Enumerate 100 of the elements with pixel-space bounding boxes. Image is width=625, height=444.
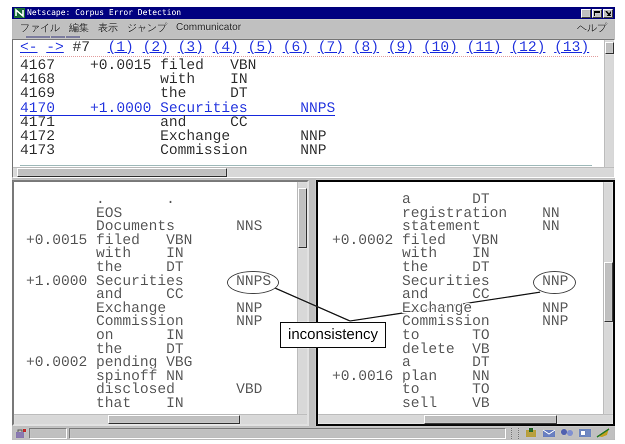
- word-text: the: [96, 262, 122, 276]
- word-text: .: [96, 194, 105, 208]
- horizontal-scrollbar[interactable]: [13, 167, 614, 177]
- status-field: [29, 428, 67, 438]
- tag-text: NNPS: [236, 276, 272, 290]
- callout-label: inconsistency: [280, 322, 386, 348]
- word-text: a: [402, 194, 411, 208]
- tag-text: TO: [472, 384, 490, 398]
- nav-link[interactable]: (6): [282, 40, 309, 56]
- word-text: and: [96, 289, 122, 303]
- mail-icon[interactable]: [542, 428, 556, 438]
- word-text: on: [96, 330, 114, 344]
- tag-text: VB: [472, 398, 490, 412]
- tag-text: CC: [472, 289, 490, 303]
- tag-text: VB: [472, 344, 490, 358]
- word-text: with: [402, 248, 438, 262]
- tag-text: NNS: [236, 221, 262, 235]
- nav-link[interactable]: (1): [108, 40, 134, 56]
- scrollbar-thumb[interactable]: [605, 42, 614, 54]
- horizontal-scrollbar[interactable]: [14, 414, 307, 424]
- menu-item[interactable]: 表示: [98, 20, 118, 34]
- menu-item[interactable]: 編集: [69, 20, 89, 34]
- tag-text: DT: [166, 262, 184, 276]
- composer-icon[interactable]: [596, 428, 610, 438]
- word-text: statement: [402, 221, 481, 235]
- tag-text: CC: [230, 116, 248, 130]
- word-text: the: [402, 262, 428, 276]
- tag-text: NNP: [300, 130, 326, 144]
- word-text: Exchange: [96, 302, 166, 316]
- tag-text: NNP: [542, 276, 568, 290]
- menu-item[interactable]: Communicator: [176, 22, 242, 33]
- word-text: the: [96, 344, 122, 358]
- tag-text: IN: [166, 248, 184, 262]
- word-text: pending: [96, 357, 158, 371]
- line-number[interactable]: 4170: [20, 102, 90, 116]
- nav-link[interactable]: (11): [466, 40, 502, 56]
- score: +0.0015: [90, 59, 152, 74]
- word-text: spinoff: [96, 370, 158, 384]
- tag-text: NN: [542, 221, 560, 235]
- word-text: EOS: [96, 208, 122, 222]
- nav-link[interactable]: (13): [554, 40, 590, 56]
- tag-text[interactable]: NNPS: [300, 102, 336, 116]
- scrollbar-thumb[interactable]: [298, 188, 307, 248]
- window-title: Netscape: Corpus Error Detection: [27, 7, 182, 19]
- tag-text: IN: [230, 73, 248, 88]
- menu-item[interactable]: ジャンプ: [127, 20, 167, 34]
- nav-link[interactable]: (5): [248, 40, 274, 56]
- tag-text: .: [166, 194, 175, 208]
- security-icon[interactable]: [15, 428, 27, 438]
- horizontal-scrollbar[interactable]: [318, 414, 613, 424]
- nav-link[interactable]: (7): [318, 40, 344, 56]
- nav-link[interactable]: (9): [388, 40, 414, 56]
- line-number: 4169: [20, 87, 56, 102]
- tag-text: IN: [166, 330, 184, 344]
- menu-item[interactable]: ファイル: [20, 20, 60, 34]
- vertical-scrollbar[interactable]: [603, 182, 613, 414]
- scrollbar-thumb[interactable]: [17, 168, 228, 177]
- tag-text: VBN: [472, 234, 498, 248]
- tag-text: NNP: [236, 302, 262, 316]
- group-icon[interactable]: [560, 428, 574, 438]
- help-menu[interactable]: ヘルプ: [577, 20, 607, 34]
- nav-link[interactable]: (4): [212, 40, 239, 56]
- tag-text: VBD: [236, 384, 262, 398]
- navigator-icon[interactable]: [524, 428, 538, 438]
- nav-link[interactable]: (10): [422, 40, 458, 56]
- score: +0.0015: [26, 234, 88, 248]
- tag-text: NNP: [300, 144, 326, 158]
- score: +0.0002: [26, 357, 88, 371]
- minimize-button[interactable]: [581, 8, 591, 18]
- close-button[interactable]: [603, 8, 613, 18]
- line-number: 4168: [20, 73, 56, 88]
- tag-text: CC: [166, 289, 184, 303]
- scrollbar-thumb[interactable]: [424, 415, 557, 424]
- tag-text: DT: [472, 262, 490, 276]
- tag-text: NN: [472, 370, 490, 384]
- word-text: Commission: [96, 316, 185, 330]
- maximize-button[interactable]: [592, 8, 602, 18]
- vertical-scrollbar[interactable]: [604, 40, 614, 167]
- scrollbar-thumb[interactable]: [108, 415, 240, 424]
- nav-link[interactable]: (8): [352, 40, 380, 56]
- nav-link[interactable]: ->: [46, 40, 64, 56]
- nav-link[interactable]: (3): [178, 40, 204, 56]
- tag-text: NN: [166, 370, 184, 384]
- tag-text: DT: [166, 344, 184, 358]
- nav-link[interactable]: <-: [20, 40, 38, 56]
- score[interactable]: +1.0000: [90, 102, 160, 116]
- tag-text: NN: [542, 208, 560, 222]
- word-text: and: [402, 289, 428, 303]
- tag-text: VBG: [166, 357, 192, 371]
- word-text[interactable]: Securities: [160, 102, 300, 116]
- scrollbar-thumb[interactable]: [604, 262, 613, 322]
- nav-link[interactable]: (2): [142, 40, 169, 56]
- word-text: the: [160, 87, 186, 102]
- nav-link[interactable]: (12): [510, 40, 546, 56]
- score: +0.0002: [332, 234, 394, 248]
- tag-text: NNP: [542, 316, 568, 330]
- address-book-icon[interactable]: [578, 428, 592, 438]
- word-text: Exchange: [160, 130, 230, 144]
- word-text: a: [402, 357, 411, 371]
- line-number: 4173: [20, 144, 56, 158]
